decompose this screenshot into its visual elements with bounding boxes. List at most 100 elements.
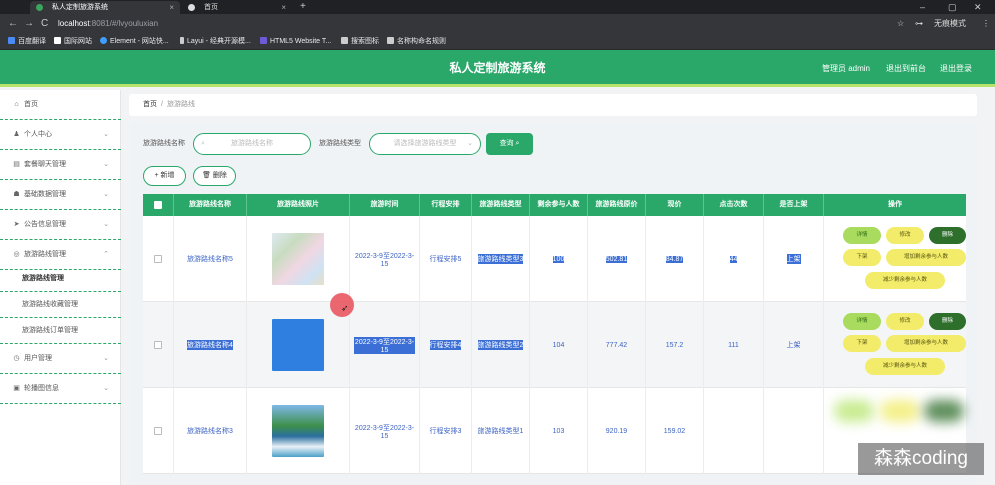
route-time-cell: 2022-3-9至2022-3-15 [350,388,420,474]
detail-button[interactable]: 详情 [843,313,881,330]
browser-tab-app[interactable]: 私人定制旅游系统 × [30,1,180,14]
sidebar-item-profile[interactable]: ♟ 个人中心 ⌄ [0,120,121,150]
edit-button[interactable]: 修改 [886,227,924,244]
admin-user-label: 管理员 admin [822,64,871,73]
sidebar-item-users[interactable]: ◷ 用户管理 ⌄ [0,344,121,374]
image-icon: ▣ [13,385,20,392]
sidebar-item-carousel[interactable]: ▣ 轮播图信息 ⌄ [0,374,121,404]
sidebar-item-notice[interactable]: ➤ 公告信息管理 ⌄ [0,210,121,240]
clicks-text: 111 [728,341,739,349]
blurred-edit-button [880,400,920,422]
bookmark-star-icon[interactable]: ☆ [897,17,904,30]
new-tab-button[interactable]: + [300,0,306,14]
chevron-down-icon: ⌄ [467,140,473,147]
close-tab-icon[interactable]: × [169,1,174,14]
browser-tab-home[interactable]: 首页 × [182,1,292,14]
route-time-cell: 2022-3-9至2022-3-15 [350,216,420,302]
route-photo-image[interactable] [272,405,324,457]
html5-icon [260,37,267,44]
chevron-down-icon: ⌄ [103,385,109,392]
orig-price-cell: 502.81 [588,216,646,302]
browser-tab-bar: 私人定制旅游系统 × 首页 × + – ▢ ✕ [0,0,995,14]
sidebar-item-label: 套餐聊天管理 [24,161,66,168]
route-type-text: 旅游路线类型1 [477,428,524,435]
decrease-remaining-button[interactable]: 减少剩余参与人数 [865,358,945,375]
remaining-text: 103 [552,427,565,435]
increase-remaining-button[interactable]: 增加剩余参与人数 [886,249,966,266]
row-checkbox[interactable] [154,427,162,435]
delete-button[interactable]: 🗑 删除 [193,166,236,186]
route-type-cell: 旅游路线类型3 [472,216,530,302]
minimize-button[interactable]: – [920,0,925,14]
bookmark-icon [8,37,15,44]
sidebar-subitem-route-manage[interactable]: 旅游路线管理 [0,266,121,292]
chevron-down-icon: ⌄ [103,221,109,228]
route-name-text: 旅游路线名称3 [187,428,233,435]
reload-button[interactable]: C [41,17,48,30]
bookmark-icon [341,37,348,44]
delete-row-button[interactable]: 删除 [929,313,966,330]
logout-link[interactable]: 退出登录 [940,50,972,87]
row-checkbox[interactable] [154,341,162,349]
edit-button[interactable]: 修改 [886,313,924,330]
bookmark-item[interactable]: 国际网站 [54,33,92,50]
row-actions: 详情 修改 删除 下架 增加剩余参与人数 减少剩余参与人数 [824,216,966,302]
orig-price-cell: 777.42 [588,302,646,388]
bookmark-item[interactable]: Layui - 经典开源模... [180,33,251,50]
blurred-detail-button [834,400,874,422]
unpublish-button[interactable]: 下架 [843,249,881,266]
col-header: 旅游时间 [350,194,420,216]
add-button[interactable]: + 新增 [143,166,186,186]
browser-tab-title: 首页 [204,4,218,11]
status-cell [764,388,824,474]
search-icon: ⌕ [201,140,205,147]
col-header: 现价 [646,194,704,216]
route-photo-cell [247,216,350,302]
query-button[interactable]: 查询 ⌕ [486,133,533,155]
unpublish-button[interactable]: 下架 [843,335,881,352]
route-schedule-text: 行程安排3 [429,428,462,435]
incognito-label[interactable]: 无痕模式 [934,17,966,30]
bookmark-item[interactable]: HTML5 Website T... [260,33,331,50]
sidebar-item-label: 基础数据管理 [24,191,66,198]
route-time-text: 2022-3-9至2022-3-15 [354,424,415,440]
increase-remaining-button[interactable]: 增加剩余参与人数 [886,335,966,352]
back-button[interactable]: ← [8,17,18,30]
url-input[interactable]: localhost:8081/#/lvyouluxian [58,17,878,30]
route-name-text: 旅游路线名称4 [187,340,233,350]
breadcrumb-home[interactable]: 首页 [143,101,157,108]
delete-row-button[interactable]: 删除 [929,227,966,244]
sidebar-subitem-route-orders[interactable]: 旅游路线订单管理 [0,318,121,344]
decrease-remaining-button[interactable]: 减少剩余参与人数 [865,272,945,289]
bookmark-item[interactable]: 搜索图标 [341,33,379,50]
col-header: 旅游路线类型 [472,194,530,216]
bookmark-item[interactable]: 名称构命名规则 [387,33,446,50]
sidebar-item-label: 旅游路线管理 [24,251,66,258]
key-icon[interactable]: ⊶ [915,17,923,30]
detail-button[interactable]: 详情 [843,227,881,244]
clicks-text: 44 [729,255,738,263]
maximize-button[interactable]: ▢ [948,0,957,14]
close-window-button[interactable]: ✕ [974,0,982,14]
app-header: 私人定制旅游系统 管理员 admin 退出到前台 退出登录 [0,50,995,87]
route-photo-image[interactable] [272,319,324,371]
select-all-checkbox[interactable] [154,201,162,209]
bookmark-item[interactable]: 百度翻译 [8,33,46,50]
bookmark-item[interactable]: Element - 网站快... [100,33,169,50]
orig-price-text: 777.42 [605,341,628,349]
route-name-input[interactable]: ⌕ 旅游路线名称 [193,133,311,155]
forward-button[interactable]: → [24,17,34,30]
sidebar-item-chat[interactable]: ▤ 套餐聊天管理 ⌄ [0,150,121,180]
remaining-text: 104 [552,341,565,349]
status-cell: 上架 [764,302,824,388]
sidebar-item-basedata[interactable]: ☗ 基础数据管理 ⌄ [0,180,121,210]
browser-menu-icon[interactable]: ⋮ [982,17,990,30]
route-type-select[interactable]: 请选择旅游路线类型 ⌄ [369,133,481,155]
sidebar-item-home[interactable]: ⌂ 首页 [0,90,121,120]
goto-frontend-link[interactable]: 退出到前台 [886,50,926,87]
sidebar-subitem-route-favorites[interactable]: 旅游路线收藏管理 [0,292,121,318]
route-photo-image[interactable] [272,233,324,285]
row-checkbox[interactable] [154,255,162,263]
remaining-cell: 104 [530,302,588,388]
close-tab-icon[interactable]: × [281,1,286,14]
